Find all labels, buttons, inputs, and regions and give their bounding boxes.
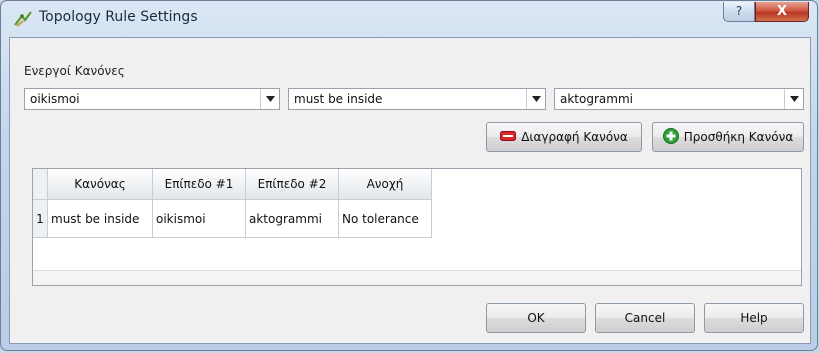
table-row[interactable]: 1 must be inside oikismoi aktogrammi No … xyxy=(33,199,432,238)
table-corner[interactable] xyxy=(33,169,48,200)
row-number[interactable]: 1 xyxy=(33,199,48,238)
question-mark-icon: ? xyxy=(735,4,743,18)
ok-button[interactable]: OK xyxy=(486,303,586,333)
layer2-combobox-value: aktogrammi xyxy=(560,92,633,106)
rules-table: Κανόνας Επίπεδο #1 Επίπεδο #2 Ανοχή 1 mu… xyxy=(32,168,802,286)
ok-label: OK xyxy=(527,311,545,325)
table-bottom-strip xyxy=(33,270,801,285)
add-icon xyxy=(662,127,679,147)
active-rules-label: Ενεργοί Κανόνες xyxy=(24,64,125,78)
layer2-combobox[interactable]: aktogrammi xyxy=(554,88,804,110)
help-button[interactable]: Help xyxy=(704,303,804,333)
chevron-down-icon[interactable] xyxy=(526,89,545,109)
rules-table-grid: Κανόνας Επίπεδο #1 Επίπεδο #2 Ανοχή 1 mu… xyxy=(33,169,432,238)
close-button[interactable]: X xyxy=(755,2,809,22)
column-header-layer1[interactable]: Επίπεδο #1 xyxy=(152,169,246,200)
rule-combobox[interactable]: must be inside xyxy=(288,88,546,110)
chevron-down-icon[interactable] xyxy=(784,89,803,109)
cell-rule[interactable]: must be inside xyxy=(47,199,153,238)
title-bar[interactable]: Topology Rule Settings ? X xyxy=(1,1,817,37)
column-header-layer2[interactable]: Επίπεδο #2 xyxy=(245,169,339,200)
column-header-tolerance[interactable]: Ανοχή xyxy=(338,169,432,200)
delete-rule-label: Διαγραφή Κανόνα xyxy=(521,130,628,144)
window-title: Topology Rule Settings xyxy=(39,9,198,25)
cell-tolerance[interactable]: No tolerance xyxy=(338,199,432,238)
column-header-rule[interactable]: Κανόνας xyxy=(47,169,153,200)
cancel-button[interactable]: Cancel xyxy=(595,303,695,333)
cell-layer1[interactable]: oikismoi xyxy=(152,199,246,238)
dialog-body: Ενεργοί Κανόνες oikismoi must be inside … xyxy=(9,37,811,344)
topology-checker-icon xyxy=(13,10,33,28)
delete-rule-button[interactable]: Διαγραφή Κανόνα xyxy=(486,122,642,152)
help-label: Help xyxy=(740,311,768,325)
layer1-combobox[interactable]: oikismoi xyxy=(24,88,280,110)
add-rule-button[interactable]: Προσθήκη Κανόνα xyxy=(652,122,804,152)
cell-layer2[interactable]: aktogrammi xyxy=(245,199,339,238)
titlebar-help-button[interactable]: ? xyxy=(723,2,755,22)
cancel-label: Cancel xyxy=(624,311,666,325)
rule-combobox-value: must be inside xyxy=(294,92,383,106)
close-icon: X xyxy=(776,4,788,19)
table-header-row: Κανόνας Επίπεδο #1 Επίπεδο #2 Ανοχή xyxy=(33,169,432,200)
chevron-down-icon[interactable] xyxy=(260,89,279,109)
delete-icon xyxy=(500,130,517,145)
layer1-combobox-value: oikismoi xyxy=(30,92,80,106)
add-rule-label: Προσθήκη Κανόνα xyxy=(683,130,794,144)
topology-rule-settings-window: Topology Rule Settings ? X Ενεργοί Κανόν… xyxy=(0,0,818,351)
